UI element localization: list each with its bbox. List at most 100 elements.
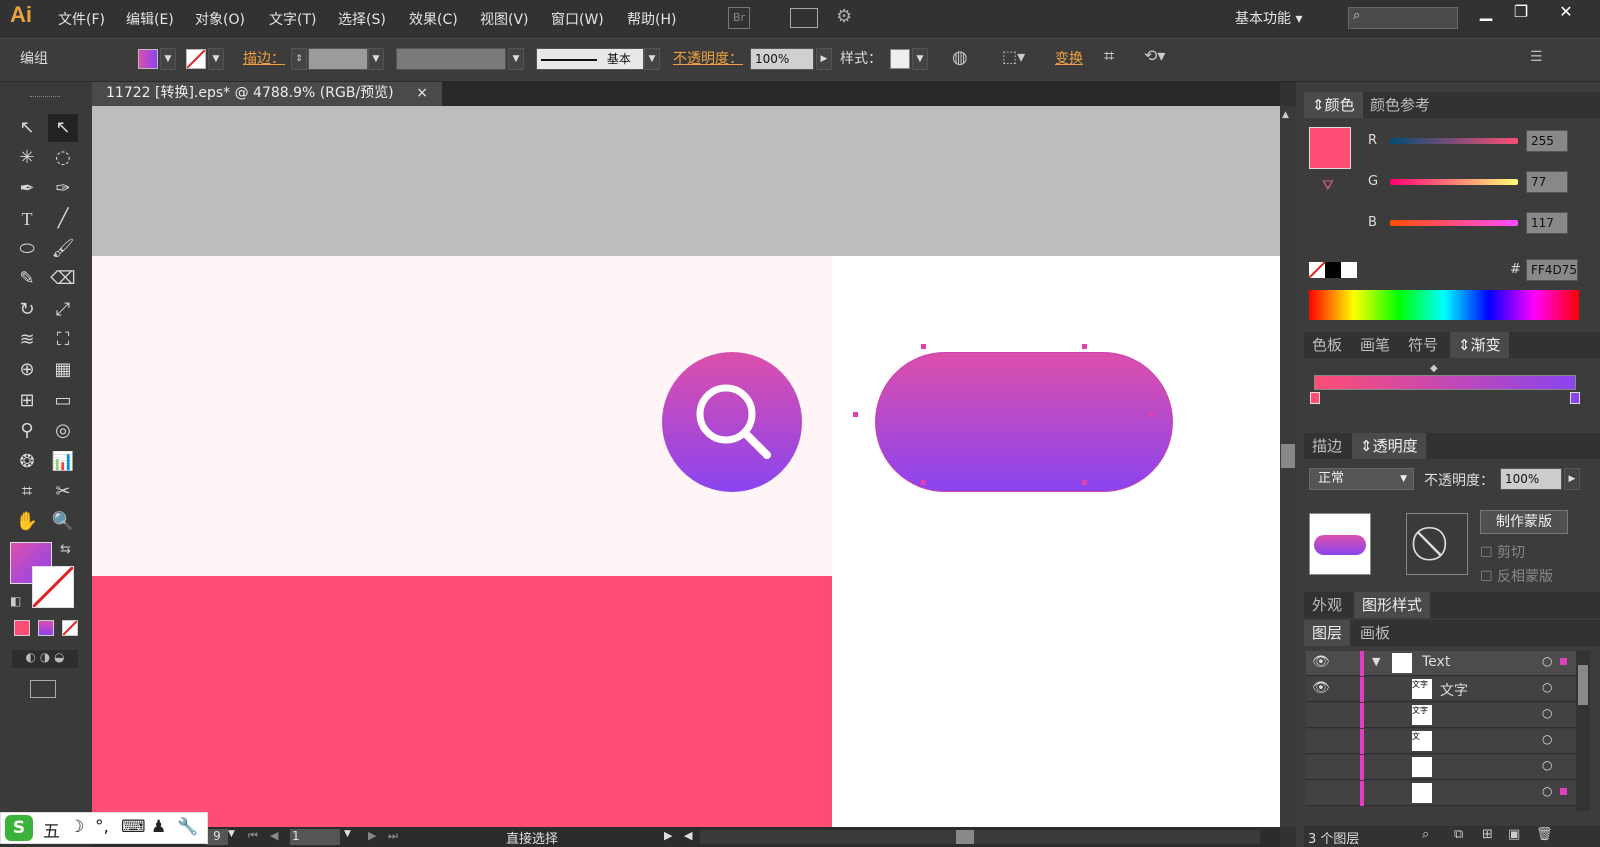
layer-row[interactable]: 文 ○ xyxy=(1306,729,1590,754)
make-mask-button[interactable]: 制作蒙版 xyxy=(1480,510,1568,534)
menu-help[interactable]: 帮助(H) xyxy=(627,9,676,29)
gradient-pill-shape[interactable] xyxy=(875,352,1173,492)
free-transform-tool-icon[interactable]: ⛶ xyxy=(48,326,78,354)
zoom-tool-icon[interactable]: 🔍 xyxy=(48,508,78,536)
green-slider[interactable] xyxy=(1390,179,1518,185)
red-value-field[interactable]: 255 xyxy=(1526,130,1568,152)
artboard-number-field[interactable]: 1 xyxy=(290,829,340,845)
anchor-point[interactable] xyxy=(1149,412,1154,417)
gpu-performance-icon[interactable]: ⚙ xyxy=(836,6,852,27)
type-tool-icon[interactable]: T xyxy=(12,205,42,233)
blend-mode-select[interactable]: 正常 ▼ xyxy=(1309,468,1414,490)
first-artboard-icon[interactable]: ⏮ xyxy=(248,829,258,843)
symbol-sprayer-tool-icon[interactable]: ❂ xyxy=(12,448,42,476)
invert-mask-checkbox[interactable]: ☐ 反相蒙版 xyxy=(1480,566,1553,586)
delete-layer-icon[interactable]: 🗑 xyxy=(1536,827,1553,842)
fill-dropdown[interactable]: ▼ xyxy=(160,48,176,70)
gradient-slider[interactable] xyxy=(1314,375,1576,390)
selection-indicator[interactable] xyxy=(1560,658,1567,665)
moon-icon[interactable]: ☽ xyxy=(69,817,84,837)
vertical-scrollbar[interactable]: ▲ xyxy=(1280,106,1296,827)
wrench-icon[interactable]: 🔧 xyxy=(177,817,198,837)
brush-stroke-field[interactable]: 基本 xyxy=(536,48,644,70)
gradient-midpoint-icon[interactable]: ◆ xyxy=(1430,363,1438,374)
recolor-artwork-icon[interactable]: ◍ xyxy=(952,47,968,68)
anchor-point[interactable] xyxy=(853,412,858,417)
last-artboard-icon[interactable]: ⏭ xyxy=(388,829,398,843)
tab-stroke[interactable]: 描边 xyxy=(1304,433,1350,459)
hex-value-field[interactable]: FF4D75 xyxy=(1526,259,1578,281)
brush-dropdown[interactable]: ▼ xyxy=(644,48,660,70)
tab-color-guide[interactable]: 颜色参考 xyxy=(1362,92,1438,118)
opacity-field[interactable]: 100% xyxy=(750,48,814,70)
input-mode-label[interactable]: 五 xyxy=(43,817,60,842)
variable-width-dropdown[interactable]: ▼ xyxy=(508,48,524,70)
gradient-tool-icon[interactable]: ▭ xyxy=(48,387,78,415)
stroke-dropdown[interactable]: ▼ xyxy=(208,48,224,70)
rotate-tool-icon[interactable]: ↻ xyxy=(12,296,42,324)
none-mode-button[interactable] xyxy=(62,620,78,636)
minimize-button[interactable]: ▁ xyxy=(1470,0,1502,26)
direct-selection-tool-icon[interactable]: ↖ xyxy=(48,114,78,142)
tab-color[interactable]: ⇕颜色 xyxy=(1304,92,1363,118)
hand-tool-icon[interactable]: ✋ xyxy=(12,508,42,536)
stroke-color-box[interactable] xyxy=(31,565,75,609)
punctuation-icon[interactable]: °, xyxy=(95,817,109,837)
menu-edit[interactable]: 编辑(E) xyxy=(126,9,174,29)
layers-scrollbar[interactable] xyxy=(1576,651,1590,811)
tab-transparency[interactable]: ⇕透明度 xyxy=(1352,433,1426,459)
target-circle-icon[interactable]: ○ xyxy=(1542,732,1552,746)
screen-mode-icon[interactable] xyxy=(30,680,56,698)
blue-slider[interactable] xyxy=(1390,220,1518,226)
red-slider[interactable] xyxy=(1390,138,1518,144)
opacity-label[interactable]: 不透明度： xyxy=(673,48,743,68)
menu-window[interactable]: 窗口(W) xyxy=(551,9,604,29)
layer-row[interactable]: 文字 ○ xyxy=(1306,703,1590,728)
scroll-left-icon[interactable]: ◀ xyxy=(684,829,692,842)
close-window-button[interactable]: ✕ xyxy=(1550,0,1582,26)
tab-symbols[interactable]: 符号 xyxy=(1400,332,1446,358)
toolbar-grip[interactable] xyxy=(30,96,60,99)
stroke-weight-dropdown[interactable]: ▼ xyxy=(368,48,384,70)
make-clipping-mask-icon[interactable]: ⧉ xyxy=(1454,827,1463,842)
curvature-tool-icon[interactable]: ✑ xyxy=(48,175,78,203)
visibility-eye-icon[interactable]: 👁 xyxy=(1312,680,1330,696)
stroke-weight-stepper[interactable]: ⇕ xyxy=(291,48,307,70)
menu-select[interactable]: 选择(S) xyxy=(338,9,386,29)
menu-type[interactable]: 文字(T) xyxy=(269,9,316,29)
gradient-stop-start[interactable] xyxy=(1310,392,1320,404)
target-circle-icon[interactable]: ○ xyxy=(1542,784,1552,798)
transform-link[interactable]: 变换 xyxy=(1055,48,1083,68)
artboard-canvas[interactable] xyxy=(92,106,1280,827)
input-method-bar[interactable]: S 五 ☽ °, ⌨ ♟ 🔧 xyxy=(0,812,208,844)
menu-effect[interactable]: 效果(C) xyxy=(409,9,458,29)
stroke-label[interactable]: 描边： xyxy=(243,48,285,68)
close-tab-icon[interactable]: × xyxy=(416,82,428,104)
layer-row[interactable]: 👁 ▼ Text ○ xyxy=(1306,651,1590,676)
drawing-modes-icon[interactable]: ◐ ◑ ◒ xyxy=(12,650,78,668)
tab-swatches[interactable]: 色板 xyxy=(1304,332,1350,358)
blue-value-field[interactable]: 117 xyxy=(1526,212,1568,234)
visibility-eye-icon[interactable]: 👁 xyxy=(1312,654,1330,670)
green-value-field[interactable]: 77 xyxy=(1526,171,1568,193)
graphic-style-dropdown[interactable]: ▼ xyxy=(912,48,928,70)
horizontal-scrollbar[interactable] xyxy=(700,830,1260,844)
anchor-point[interactable] xyxy=(921,480,926,485)
line-tool-icon[interactable]: ╱ xyxy=(48,205,78,233)
workspace-switcher[interactable]: 基本功能 ▾ xyxy=(1235,8,1302,28)
lasso-tool-icon[interactable]: ◌ xyxy=(48,144,78,172)
menu-object[interactable]: 对象(O) xyxy=(195,9,245,29)
more-options-icon[interactable]: ⟲▾ xyxy=(1144,46,1165,65)
column-graph-tool-icon[interactable]: 📊 xyxy=(48,448,78,476)
eyedropper-tool-icon[interactable]: ⚲ xyxy=(12,417,42,445)
tab-layers[interactable]: 图层 xyxy=(1304,620,1351,646)
zoom-field[interactable]: 9 xyxy=(206,829,228,845)
arrange-documents-icon[interactable] xyxy=(790,8,818,28)
clip-checkbox[interactable]: ☐ 剪切 xyxy=(1480,542,1525,562)
target-circle-icon[interactable]: ○ xyxy=(1542,654,1552,668)
gradient-stop-end[interactable] xyxy=(1570,392,1580,404)
zoom-dropdown-icon[interactable]: ▼ xyxy=(228,829,235,839)
swap-colors-icon[interactable]: ⇆ xyxy=(60,542,71,557)
layer-name[interactable]: 文字 xyxy=(1440,680,1468,700)
new-sublayer-icon[interactable]: ⊞ xyxy=(1482,827,1493,842)
